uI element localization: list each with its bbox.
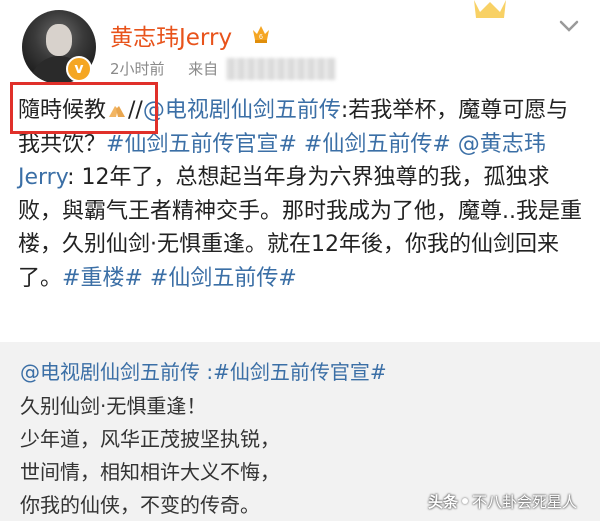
highlight-box [10,82,158,134]
blurred-source [226,58,336,80]
post-text [451,132,458,157]
quoted-title-separator: : [200,360,214,384]
author-name[interactable]: 黄志玮Jerry [110,18,232,52]
quoted-hashtag-link[interactable]: #仙剑五前传官宣# [213,360,387,384]
quoted-post-title: @电视剧仙剑五前传 :#仙剑五前传官宣# [20,356,387,385]
post-time: 2小时前 [110,60,165,78]
watermark-account: 不八卦会死星人 [472,492,578,511]
member-crown-icon: 6 [253,26,269,43]
quoted-line: 少年道，风华正茂披坚执锐， [20,427,280,451]
hashtag-link[interactable]: #仙剑五前传官宣# [106,132,297,157]
hashtag-link[interactable]: #重楼# [62,266,143,291]
crown-decoration-icon [474,0,506,18]
weibo-post: v 黄志玮Jerry 6 2小时前 来自 隨時候教//@电视剧仙剑五前传:若我举… [0,0,600,340]
watermark: 头条 不八卦会死星人 [428,488,577,514]
watermark-dot-icon [462,498,469,504]
watermark-brand: 头条 [428,492,459,511]
svg-text:6: 6 [259,34,263,41]
avatar-face [46,24,72,56]
post-text [143,266,150,291]
verified-v-icon: v [66,56,92,82]
hashtag-link[interactable]: #仙剑五前传# [150,266,297,291]
post-meta: 2小时前 来自 [110,58,218,79]
hashtag-link[interactable]: #仙剑五前传# [304,132,451,157]
quoted-line: 久别仙剑·无惧重逢！ [20,394,207,418]
quoted-mention-link[interactable]: @电视剧仙剑五前传 [20,360,200,384]
quoted-line: 你我的仙侠，不变的传奇。 [20,493,260,517]
post-text [297,132,304,157]
post-source-label: 来自 [188,60,219,78]
mention-link[interactable]: @电视剧仙剑五前传 [143,98,341,123]
chevron-down-icon[interactable] [555,12,583,40]
quoted-line: 世间情，相知相许大义不悔， [20,460,280,484]
